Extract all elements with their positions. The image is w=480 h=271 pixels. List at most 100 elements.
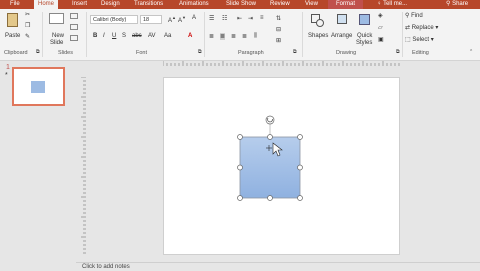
shapes-label: Shapes bbox=[308, 33, 329, 39]
dialog-launcher-icon[interactable]: ⧉ bbox=[198, 49, 202, 55]
italic-button[interactable]: I bbox=[103, 33, 105, 39]
shapes-circle-icon bbox=[316, 19, 324, 27]
font-size-dropdown[interactable]: 18 bbox=[140, 15, 162, 24]
vertical-ruler bbox=[81, 77, 86, 254]
dialog-launcher-icon[interactable]: ⧉ bbox=[293, 49, 297, 55]
group-separator bbox=[86, 12, 87, 57]
arrange-button[interactable]: Arrange bbox=[331, 11, 355, 47]
arrange-icon bbox=[337, 14, 347, 24]
resize-handle-ne[interactable] bbox=[297, 134, 303, 140]
resize-handle-e[interactable] bbox=[297, 164, 303, 171]
layout-icon[interactable] bbox=[70, 13, 78, 19]
dialog-launcher-icon[interactable]: ⧉ bbox=[396, 49, 400, 55]
chevron-down-icon: ▾ bbox=[433, 25, 439, 31]
new-slide-button[interactable]: New Slide bbox=[47, 11, 67, 47]
rotate-handle-icon[interactable] bbox=[265, 115, 275, 125]
resize-handle-nw[interactable] bbox=[237, 134, 243, 140]
clear-formatting-icon[interactable]: A bbox=[192, 15, 196, 21]
increase-indent-icon[interactable]: ⇥ bbox=[248, 15, 253, 22]
slide-thumbnail-pane: 1 * bbox=[0, 61, 76, 270]
tab-review[interactable]: Review bbox=[270, 0, 290, 9]
tab-animations[interactable]: Animations bbox=[179, 0, 209, 9]
tab-format[interactable]: Format bbox=[328, 0, 364, 9]
replace-button[interactable]: ⇄ Replace ▾ bbox=[405, 24, 438, 31]
drawing-group-label: Drawing bbox=[336, 50, 357, 56]
align-right-icon[interactable]: ≣ bbox=[231, 33, 236, 40]
resize-handle-n[interactable] bbox=[267, 134, 273, 140]
resize-handle-se[interactable] bbox=[297, 195, 303, 201]
bullets-icon[interactable]: ☰ bbox=[209, 15, 214, 22]
shape-selection bbox=[237, 115, 303, 201]
paragraph-group-label: Paragraph bbox=[238, 50, 264, 56]
new-slide-label-2: Slide bbox=[50, 40, 64, 46]
new-slide-icon bbox=[49, 13, 64, 24]
resize-handle-w[interactable] bbox=[237, 164, 243, 171]
horizontal-ruler bbox=[163, 61, 400, 66]
shape-effects-icon[interactable]: ▣ bbox=[378, 36, 384, 43]
font-name-dropdown[interactable]: Calibri (Body) bbox=[90, 15, 138, 24]
tell-me-box[interactable]: ♀ Tell me... bbox=[377, 0, 407, 9]
section-icon[interactable] bbox=[70, 35, 78, 41]
cut-icon[interactable]: ✂ bbox=[25, 11, 30, 18]
grow-font-icon[interactable]: A▲ bbox=[168, 15, 176, 24]
change-case-icon[interactable]: Aa bbox=[164, 33, 171, 39]
bold-button[interactable]: B bbox=[93, 33, 97, 39]
slide-thumbnail[interactable] bbox=[12, 67, 65, 106]
shadow-button[interactable]: S bbox=[122, 33, 126, 39]
tab-file[interactable]: File bbox=[10, 0, 20, 9]
align-text-icon[interactable]: ⊟ bbox=[276, 26, 281, 33]
select-label: Select bbox=[412, 37, 430, 43]
editing-group-label: Editing bbox=[412, 50, 429, 56]
new-slide-label-1: New bbox=[52, 33, 65, 39]
select-button[interactable]: ⬚ Select ▾ bbox=[405, 36, 434, 43]
chevron-down-icon: ▾ bbox=[429, 37, 434, 43]
smartart-icon[interactable]: ⊞ bbox=[276, 37, 281, 44]
share-button[interactable]: ⚲ Share bbox=[446, 0, 468, 9]
group-separator bbox=[42, 12, 43, 57]
replace-label: Replace bbox=[411, 25, 434, 31]
format-painter-icon[interactable]: ✎ bbox=[25, 33, 30, 40]
reset-icon[interactable] bbox=[70, 24, 78, 30]
tab-design[interactable]: Design bbox=[101, 0, 120, 9]
align-center-icon[interactable]: ≣ bbox=[220, 33, 226, 40]
group-separator bbox=[302, 12, 303, 57]
text-direction-icon[interactable]: ⇅ bbox=[276, 15, 281, 22]
copy-icon[interactable]: ❐ bbox=[25, 22, 30, 29]
shape-fill-icon[interactable]: ◈ bbox=[378, 12, 383, 19]
tab-transitions[interactable]: Transitions bbox=[134, 0, 163, 9]
justify-icon[interactable]: ≣ bbox=[242, 33, 247, 40]
tell-me-label: Tell me... bbox=[383, 1, 408, 7]
strikethrough-icon[interactable]: abc bbox=[132, 33, 142, 39]
slide-number: 1 bbox=[6, 64, 10, 71]
rectangle-shape[interactable] bbox=[239, 136, 301, 199]
collapse-ribbon-icon[interactable]: ⌃ bbox=[469, 49, 473, 55]
paste-button[interactable]: Paste bbox=[4, 11, 22, 45]
decrease-indent-icon[interactable]: ⇤ bbox=[237, 15, 242, 22]
underline-button[interactable]: U bbox=[112, 33, 116, 39]
shrink-font-icon[interactable]: A▼ bbox=[178, 15, 186, 24]
tab-slide-show[interactable]: Slide Show bbox=[226, 0, 256, 9]
char-spacing-icon[interactable]: AV bbox=[148, 33, 156, 39]
quick-styles-icon bbox=[359, 14, 370, 25]
shape-outline-icon[interactable]: ▱ bbox=[378, 24, 383, 31]
shapes-button[interactable]: Shapes bbox=[306, 11, 330, 47]
columns-icon[interactable]: ⫼ bbox=[254, 33, 257, 40]
font-color-button[interactable]: A bbox=[188, 33, 192, 39]
tab-view[interactable]: View bbox=[305, 0, 318, 9]
notes-placeholder: Click to add notes bbox=[82, 264, 130, 270]
numbering-icon[interactable]: ☷ bbox=[222, 15, 227, 22]
tab-home[interactable]: Home bbox=[34, 0, 59, 9]
resize-handle-sw[interactable] bbox=[237, 195, 243, 201]
group-separator bbox=[204, 12, 205, 57]
share-label: Share bbox=[452, 1, 469, 7]
group-separator bbox=[402, 12, 403, 57]
resize-handle-s[interactable] bbox=[267, 195, 273, 201]
line-spacing-icon[interactable]: ≡ bbox=[260, 15, 264, 21]
find-button[interactable]: ⚲ Find bbox=[405, 12, 423, 19]
quick-styles-button[interactable]: Quick Styles bbox=[355, 11, 375, 47]
dialog-launcher-icon[interactable]: ⧉ bbox=[36, 49, 40, 55]
tab-insert[interactable]: Insert bbox=[72, 0, 87, 9]
quick-styles-label-2: Styles bbox=[356, 40, 373, 46]
paste-label: Paste bbox=[5, 33, 21, 39]
align-left-icon[interactable]: ≣ bbox=[209, 33, 214, 40]
